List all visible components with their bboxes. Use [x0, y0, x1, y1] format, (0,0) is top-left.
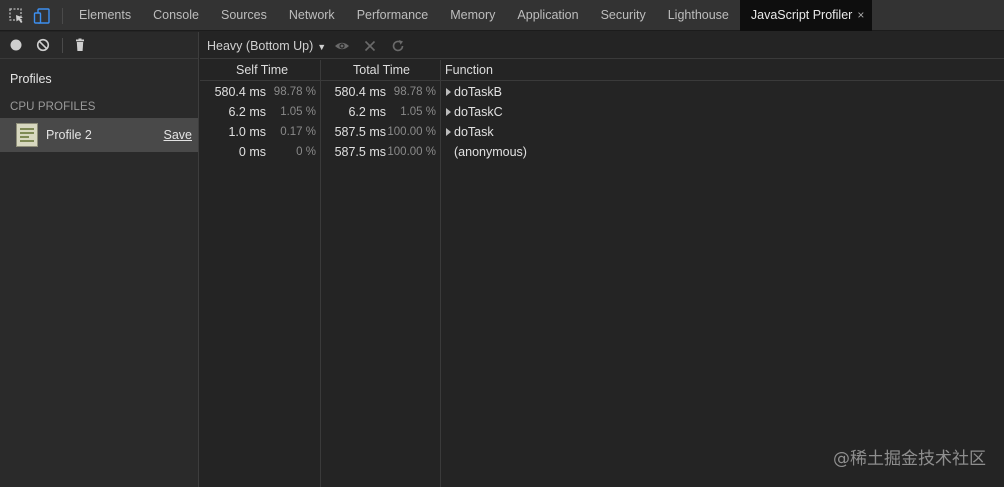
total-time-percent: 100.00 % [387, 146, 436, 158]
view-mode-label: Heavy (Bottom Up) [207, 39, 314, 53]
cpu-profiles-section-title: CPU PROFILES [10, 101, 96, 113]
function-cell: doTaskC [446, 105, 503, 119]
devtools-tab-bar: Elements Console Sources Network Performance… [0, 0, 1004, 31]
tab-label: Application [517, 8, 579, 22]
expand-triangle-icon[interactable] [446, 128, 451, 136]
tab-label: Network [288, 8, 335, 22]
tab-performance[interactable]: Performance [346, 0, 440, 31]
tab-bar-divider [62, 8, 63, 24]
table-row[interactable]: 580.4 ms 98.78 % 580.4 ms 98.78 % doTaskB [200, 82, 1004, 102]
total-time-value: 6.2 ms [348, 105, 386, 119]
profiles-sidebar: Profiles CPU PROFILES Profile 2 Save [0, 32, 199, 487]
expand-triangle-icon[interactable] [446, 88, 451, 96]
function-name: doTask [454, 125, 494, 139]
view-mode-select[interactable]: Heavy (Bottom Up) ▼ [207, 39, 326, 53]
total-time-value: 580.4 ms [334, 85, 386, 99]
inspect-element-icon[interactable] [8, 7, 26, 25]
tab-javascript-profiler[interactable]: JavaScript Profiler × [739, 0, 873, 31]
tab-network[interactable]: Network [278, 0, 346, 31]
self-time-percent: 0.17 % [280, 126, 316, 138]
function-cell: (anonymous) [446, 145, 527, 159]
save-profile-link[interactable]: Save [164, 128, 193, 142]
total-time-value: 587.5 ms [334, 145, 386, 159]
tab-strip: Elements Console Sources Network Performance… [68, 0, 873, 31]
sidebar-toolbar [0, 32, 198, 59]
tab-label: Memory [450, 8, 496, 22]
trash-icon[interactable] [73, 38, 87, 52]
tab-security[interactable]: Security [590, 0, 657, 31]
profile-view: Heavy (Bottom Up) ▼ Self Time Total Time … [200, 32, 1004, 487]
tab-label: Lighthouse [667, 8, 729, 22]
self-time-percent: 0 % [296, 146, 316, 158]
tab-label: Sources [220, 8, 267, 22]
tab-memory[interactable]: Memory [439, 0, 506, 31]
function-cell: doTask [446, 125, 494, 139]
profile-name: Profile 2 [46, 128, 92, 142]
tab-label: Elements [79, 8, 132, 22]
table-row[interactable]: 1.0 ms 0.17 % 587.5 ms 100.00 % doTask [200, 122, 1004, 142]
profile-toolbar: Heavy (Bottom Up) ▼ [200, 32, 1004, 59]
column-header-total-time[interactable]: Total Time [353, 63, 410, 77]
self-time-percent: 1.05 % [280, 106, 316, 118]
record-icon[interactable] [9, 38, 23, 52]
tab-label: JavaScript Profiler [750, 8, 853, 22]
tab-lighthouse[interactable]: Lighthouse [657, 0, 740, 31]
exclude-close-icon[interactable] [362, 38, 378, 54]
column-header-self-time[interactable]: Self Time [236, 63, 288, 77]
expand-triangle-icon[interactable] [446, 108, 451, 116]
tab-label: Console [153, 8, 199, 22]
total-time-percent: 1.05 % [400, 106, 436, 118]
sidebar-toolbar-divider [62, 38, 63, 53]
function-name: doTaskB [454, 85, 502, 99]
device-toolbar-icon[interactable] [33, 7, 51, 25]
tab-label: Security [600, 8, 646, 22]
tab-console[interactable]: Console [142, 0, 210, 31]
dropdown-caret-icon: ▼ [317, 42, 327, 52]
tab-application[interactable]: Application [506, 0, 589, 31]
tab-label: Performance [356, 8, 429, 22]
total-time-value: 587.5 ms [334, 125, 386, 139]
tab-elements[interactable]: Elements [68, 0, 142, 31]
self-time-value: 1.0 ms [228, 125, 266, 139]
profile-list-item[interactable]: Profile 2 Save [0, 118, 198, 152]
focus-eye-icon[interactable] [334, 38, 350, 54]
watermark-text: @稀土掘金技术社区 [833, 449, 986, 469]
self-time-percent: 98.78 % [273, 86, 316, 98]
tab-sources[interactable]: Sources [210, 0, 278, 31]
self-time-value: 0 ms [238, 145, 266, 159]
profile-data-grid: Self Time Total Time Function 580.4 ms 98… [200, 60, 1004, 487]
profiles-heading: Profiles [10, 72, 52, 86]
function-name: doTaskC [454, 105, 503, 119]
self-time-value: 6.2 ms [228, 105, 266, 119]
self-time-value: 580.4 ms [214, 85, 266, 99]
function-cell: doTaskB [446, 85, 502, 99]
restore-refresh-icon[interactable] [390, 38, 406, 54]
table-row[interactable]: 0 ms 0 % 587.5 ms 100.00 % (anonymous) [200, 142, 1004, 162]
total-time-percent: 100.00 % [387, 126, 436, 138]
total-time-percent: 98.78 % [393, 86, 436, 98]
clear-all-icon[interactable] [36, 38, 50, 52]
function-name: (anonymous) [454, 145, 527, 159]
close-tab-icon[interactable]: × [857, 8, 864, 22]
expand-triangle-icon [446, 148, 451, 156]
table-row[interactable]: 6.2 ms 1.05 % 6.2 ms 1.05 % doTaskC [200, 102, 1004, 122]
cpu-profile-icon [16, 123, 38, 147]
column-header-function[interactable]: Function [445, 63, 493, 77]
